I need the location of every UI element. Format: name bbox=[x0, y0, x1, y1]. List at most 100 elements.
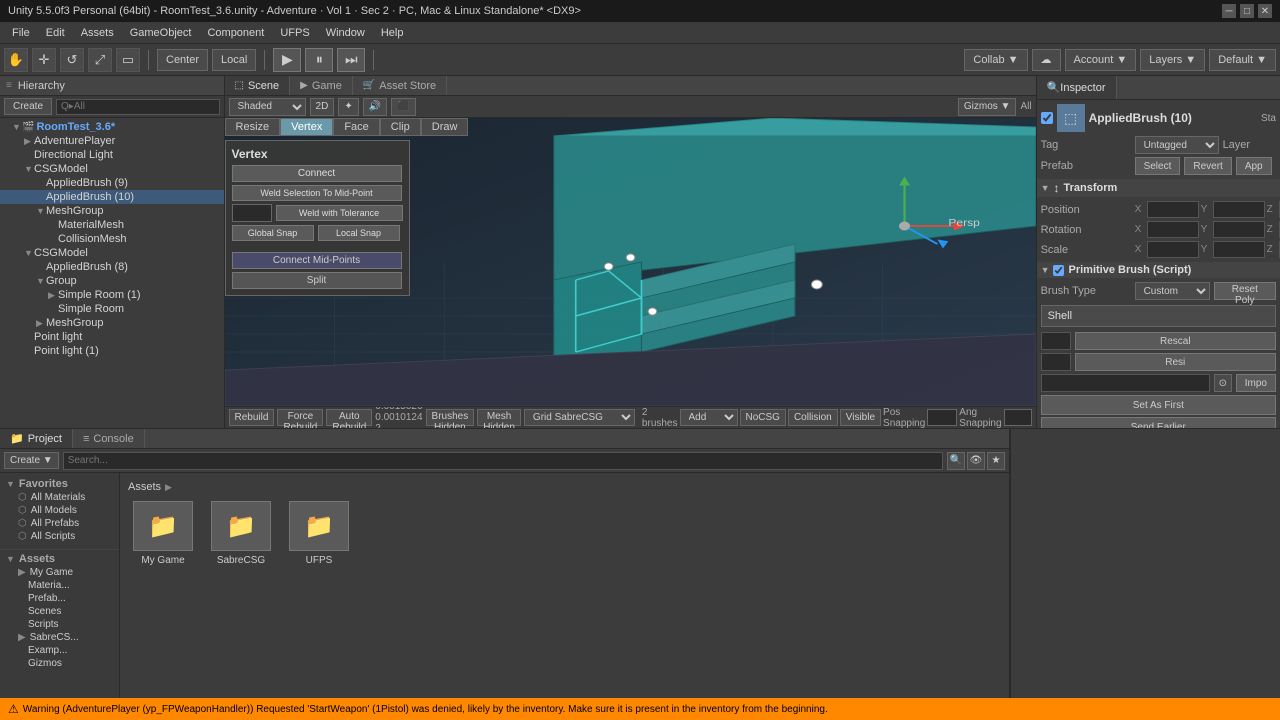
favorites-header[interactable]: ▼ Favorites bbox=[6, 477, 113, 491]
rect-tool[interactable]: ▭ bbox=[116, 48, 140, 72]
brush-type-dropdown[interactable]: Custom bbox=[1135, 282, 1210, 300]
tree-item-scenes[interactable]: Scenes bbox=[6, 605, 113, 618]
mesh-hidden-button[interactable]: Mesh Hidden bbox=[477, 409, 521, 426]
menu-window[interactable]: Window bbox=[318, 25, 373, 41]
asset-sabrecsg[interactable]: 📁 SabreCSG bbox=[206, 501, 276, 566]
mesh-none-input[interactable]: None (Mesh) bbox=[1041, 374, 1210, 392]
tree-item-examples[interactable]: Examp... bbox=[6, 644, 113, 657]
menu-component[interactable]: Component bbox=[199, 25, 272, 41]
tree-item-scene[interactable]: ▼ 🎬 RoomTest_3.6* bbox=[0, 120, 224, 134]
tolerance-input[interactable]: 0.1 bbox=[232, 204, 272, 222]
tab-inspector[interactable]: 🔍 Inspector bbox=[1037, 76, 1117, 99]
scale-tool[interactable]: ⤢ bbox=[88, 48, 112, 72]
asset-ufps[interactable]: 📁 UFPS bbox=[284, 501, 354, 566]
nocsg-button[interactable]: NoCSG bbox=[740, 409, 786, 426]
vertex-tab[interactable]: Vertex bbox=[280, 118, 333, 136]
global-snap-button[interactable]: Global Snap bbox=[232, 225, 314, 241]
ang-snap-input[interactable]: 90 bbox=[1004, 409, 1032, 426]
move-tool[interactable]: ✛ bbox=[32, 48, 56, 72]
menu-assets[interactable]: Assets bbox=[73, 25, 122, 41]
split-button[interactable]: Split bbox=[232, 272, 402, 289]
maximize-button[interactable]: □ bbox=[1240, 4, 1254, 18]
layers-button[interactable]: Layers ▼ bbox=[1140, 49, 1205, 71]
tree-item-materialmesh[interactable]: MaterialMesh bbox=[0, 218, 224, 232]
scale-y-input[interactable]: 1 bbox=[1213, 241, 1265, 258]
tab-project[interactable]: 📁 Project bbox=[0, 429, 73, 448]
fav-item-scripts[interactable]: ⬡ All Scripts bbox=[6, 530, 113, 543]
tree-item-materials[interactable]: Materia... bbox=[6, 579, 113, 592]
collision-button[interactable]: Collision bbox=[788, 409, 838, 426]
search-icon-btn[interactable]: 🔍 bbox=[947, 452, 965, 470]
cloud-button[interactable]: ☁ bbox=[1032, 49, 1061, 71]
grid-dropdown[interactable]: Grid SabreCSG bbox=[524, 409, 635, 426]
weld-tolerance-button[interactable]: Weld with Tolerance bbox=[276, 205, 403, 221]
pos-y-input[interactable]: 2.5 bbox=[1213, 201, 1265, 218]
tree-item-meshgroup1[interactable]: ▼ MeshGroup bbox=[0, 204, 224, 218]
tree-item-mygame[interactable]: ▶ My Game bbox=[6, 566, 113, 579]
pos-x-input[interactable]: -17.75 bbox=[1147, 201, 1199, 218]
tree-item-brush10[interactable]: AppliedBrush (10) bbox=[0, 190, 224, 204]
resi-button[interactable]: Resi bbox=[1075, 353, 1276, 371]
reset-poly-button[interactable]: Reset Poly bbox=[1214, 282, 1276, 300]
resize-tab[interactable]: Resize bbox=[225, 118, 281, 136]
tree-item-simpleroom1[interactable]: ▶ Simple Room (1) bbox=[0, 288, 224, 302]
audio-button[interactable]: 🔊 bbox=[363, 98, 387, 116]
create-dropdown[interactable]: Create ▼ bbox=[4, 452, 59, 469]
connect-button[interactable]: Connect bbox=[232, 165, 402, 182]
tree-item-prefabs2[interactable]: Prefab... bbox=[6, 592, 113, 605]
gizmos-button[interactable]: Gizmos ▼ bbox=[958, 98, 1017, 116]
force-rebuild-button[interactable]: Force Rebuild bbox=[277, 409, 323, 426]
brush-section-header[interactable]: ▼ Primitive Brush (Script) bbox=[1037, 262, 1280, 278]
fx-button[interactable]: ✦ bbox=[338, 98, 358, 116]
star-icon-btn[interactable]: ★ bbox=[987, 452, 1005, 470]
layout-button[interactable]: Default ▼ bbox=[1209, 49, 1276, 71]
tree-item-directional[interactable]: Directional Light bbox=[0, 148, 224, 162]
tree-item-gizmos[interactable]: Gizmos bbox=[6, 657, 113, 670]
brush-checkbox[interactable] bbox=[1053, 265, 1064, 276]
project-search-input[interactable] bbox=[63, 452, 943, 470]
tree-item-simpleroom2[interactable]: Simple Room bbox=[0, 302, 224, 316]
hierarchy-create-button[interactable]: Create bbox=[4, 98, 52, 115]
num2-input[interactable]: 1 bbox=[1041, 353, 1071, 371]
menu-ufps[interactable]: UFPS bbox=[272, 25, 317, 41]
connect-mid-button[interactable]: Connect Mid-Points bbox=[232, 252, 402, 269]
object-active-checkbox[interactable] bbox=[1041, 112, 1053, 124]
tab-game[interactable]: ▶ Game bbox=[290, 76, 353, 95]
tree-item-meshgroup2[interactable]: ▶ MeshGroup bbox=[0, 316, 224, 330]
tree-item-sabrecsg[interactable]: ▶ SabreCS... bbox=[6, 631, 113, 644]
close-button[interactable]: ✕ bbox=[1258, 4, 1272, 18]
center-button[interactable]: Center bbox=[157, 49, 208, 71]
fav-item-prefabs[interactable]: ⬡ All Prefabs bbox=[6, 517, 113, 530]
revert-button[interactable]: Revert bbox=[1184, 157, 1231, 175]
tree-item-brush9[interactable]: AppliedBrush (9) bbox=[0, 176, 224, 190]
tree-item-csgmodel1[interactable]: ▼ CSGModel bbox=[0, 162, 224, 176]
shading-dropdown[interactable]: Shaded bbox=[229, 98, 306, 116]
local-button[interactable]: Local bbox=[212, 49, 256, 71]
pause-button[interactable]: ⏸ bbox=[305, 48, 333, 72]
transform-section-header[interactable]: ▼ ↕ Transform bbox=[1037, 179, 1280, 197]
menu-help[interactable]: Help bbox=[373, 25, 412, 41]
visible-button[interactable]: Visible bbox=[840, 409, 881, 426]
tree-item-scripts2[interactable]: Scripts bbox=[6, 618, 113, 631]
play-button[interactable]: ▶ bbox=[273, 48, 301, 72]
rot-y-input[interactable]: -180 bbox=[1213, 221, 1265, 238]
collab-button[interactable]: Collab ▼ bbox=[964, 49, 1027, 71]
tree-item-pointlight1[interactable]: Point light bbox=[0, 330, 224, 344]
hierarchy-search-input[interactable] bbox=[56, 99, 220, 115]
set-as-first-button[interactable]: Set As First bbox=[1041, 395, 1276, 415]
menu-gameobject[interactable]: GameObject bbox=[122, 25, 200, 41]
select-button[interactable]: Select bbox=[1135, 157, 1181, 175]
fav-item-materials[interactable]: ⬡ All Materials bbox=[6, 491, 113, 504]
step-button[interactable]: ⏭ bbox=[337, 48, 365, 72]
import-button[interactable]: Impo bbox=[1236, 374, 1276, 392]
tree-item-brush8[interactable]: AppliedBrush (8) bbox=[0, 260, 224, 274]
num1-input[interactable]: 1 bbox=[1041, 332, 1071, 350]
2d-button[interactable]: 2D bbox=[310, 98, 335, 116]
rot-x-input[interactable]: 0 bbox=[1147, 221, 1199, 238]
tree-item-csgmodel2[interactable]: ▼ CSGModel bbox=[0, 246, 224, 260]
pos-snap-input[interactable]: 0.5 bbox=[927, 409, 957, 426]
rotate-tool[interactable]: ↺ bbox=[60, 48, 84, 72]
menu-edit[interactable]: Edit bbox=[38, 25, 73, 41]
local-snap-button[interactable]: Local Snap bbox=[318, 225, 400, 241]
mesh-select-icon[interactable]: ⊙ bbox=[1214, 374, 1232, 392]
